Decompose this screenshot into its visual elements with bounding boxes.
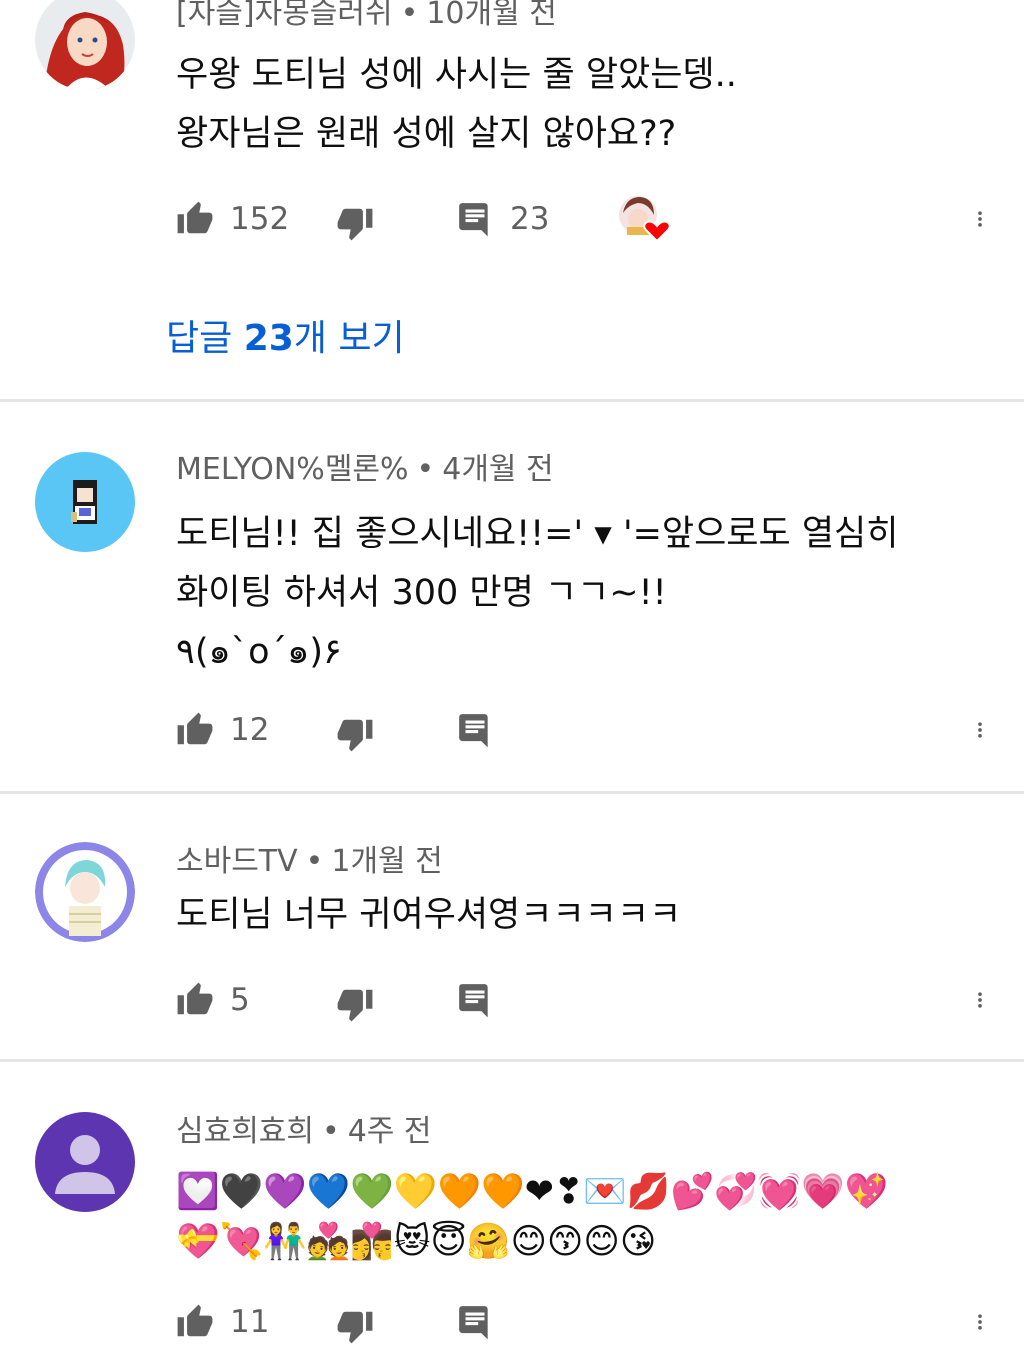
author-name[interactable]: [자슬]자몽슬러쉬: [176, 0, 393, 31]
dislike-button[interactable]: [336, 710, 374, 758]
comment-text: 우왕 도티님 성에 사시는 줄 알았는뎅.. 왕자님은 원래 성에 살지 않아요…: [176, 55, 737, 154]
comment-meta: MELYON%멜론% • 4개월 전: [176, 450, 554, 490]
comment-actions: 5: [176, 976, 996, 1024]
author-name[interactable]: MELYON%멜론%: [176, 452, 409, 487]
comment-text-line-1: 💟🖤💜💙💚💛🧡🧡❤❣💌💋💕💞💓💗💖: [176, 1172, 889, 1212]
reply-icon: [456, 981, 494, 1019]
more-options-button[interactable]: [970, 195, 990, 243]
thumb-down-icon: [336, 1307, 374, 1345]
separator: •: [416, 452, 435, 487]
comment-meta: 심효희효희 • 4주 전: [176, 1112, 432, 1152]
like-button[interactable]: 5: [176, 976, 250, 1024]
more-options-button[interactable]: [970, 976, 990, 1024]
reply-count: 23: [510, 201, 550, 237]
view-replies-prefix: 답글: [166, 318, 244, 359]
like-count: 12: [230, 712, 270, 748]
comment-time: 10개월 전: [426, 0, 557, 31]
comment-4: 심효희효희 • 4주 전 💟🖤💜💙💚💛🧡🧡❤❣💌💋💕💞💓💗💖 💝💘👫💑👩‍❤️‍💋‍…: [0, 1062, 1024, 1361]
comment-text-line-2: 💝💘👫💑👩‍❤️‍💋‍👨😻😇🤗😊😙😊😘: [176, 1222, 657, 1262]
comment-text: 도티님 너무 귀여우셔영ㅋㅋㅋㅋㅋ: [176, 895, 682, 935]
comment-actions: 11: [176, 1298, 996, 1346]
thumb-down-icon: [336, 204, 374, 242]
more-vert-icon: [970, 1303, 990, 1341]
thumb-down-icon: [336, 715, 374, 753]
comment-1: [자슬]자몽슬러쉬 • 10개월 전 우왕 도티님 성에 사시는 줄 알았는뎅.. …: [0, 0, 1024, 400]
like-button[interactable]: 11: [176, 1298, 269, 1346]
comment-actions: 152 23: [176, 195, 996, 243]
reply-button[interactable]: [456, 1298, 494, 1346]
comment-time: 4주 전: [347, 1114, 432, 1149]
separator: •: [322, 1114, 340, 1149]
comment-time: 4개월 전: [442, 452, 554, 487]
reply-icon: [456, 711, 494, 749]
avatar-image: [35, 0, 135, 90]
thumb-up-icon: [176, 981, 214, 1019]
comment-time: 1개월 전: [331, 844, 443, 879]
default-avatar-icon: [35, 1112, 135, 1212]
view-replies-number: 23: [243, 318, 294, 359]
more-vert-icon: [970, 200, 990, 238]
comment-meta: 소바드TV • 1개월 전: [176, 842, 443, 882]
avatar-image: [35, 842, 135, 942]
more-vert-icon: [970, 981, 990, 1019]
like-count: 152: [230, 201, 290, 237]
reply-button[interactable]: [456, 706, 494, 754]
dislike-button[interactable]: [336, 1302, 374, 1350]
like-button[interactable]: 152: [176, 195, 289, 243]
avatar[interactable]: [35, 452, 135, 552]
comment-meta: [자슬]자몽슬러쉬 • 10개월 전: [176, 0, 557, 34]
avatar-image: [35, 452, 135, 552]
reply-icon: [456, 200, 494, 238]
thumb-up-icon: [176, 711, 214, 749]
avatar[interactable]: [35, 1112, 135, 1212]
like-button[interactable]: 12: [176, 706, 269, 754]
view-replies-link[interactable]: 답글 23개 보기: [166, 314, 405, 364]
reply-button[interactable]: 23: [456, 195, 549, 243]
avatar[interactable]: [35, 0, 135, 90]
dislike-button[interactable]: [336, 199, 374, 247]
author-name[interactable]: 심효희효희: [176, 1114, 314, 1149]
creator-heart: [618, 195, 672, 243]
like-count: 11: [230, 1304, 270, 1340]
author-name[interactable]: 소바드TV: [176, 844, 298, 879]
avatar[interactable]: [35, 842, 135, 942]
reply-button[interactable]: [456, 976, 494, 1024]
dislike-button[interactable]: [336, 980, 374, 1028]
more-vert-icon: [970, 711, 990, 749]
like-count: 5: [230, 982, 250, 1018]
creator-heart-icon: [619, 196, 671, 243]
comment-2: MELYON%멜론% • 4개월 전 도티님!! 집 좋으시네요!!=' ▾ '=앞…: [0, 402, 1024, 792]
separator: •: [400, 0, 419, 31]
reply-icon: [456, 1303, 494, 1341]
thumb-up-icon: [176, 1303, 214, 1341]
more-options-button[interactable]: [970, 1298, 990, 1346]
comment-3: 소바드TV • 1개월 전 도티님 너무 귀여우셔영ㅋㅋㅋㅋㅋ 5: [0, 794, 1024, 1060]
comment-text: 도티님!! 집 좋으시네요!!=' ▾ '=앞으로도 열심히 화이팅 하셔서 3…: [176, 514, 899, 672]
separator: •: [305, 844, 324, 879]
view-replies-suffix: 개 보기: [293, 318, 405, 359]
thumb-down-icon: [336, 985, 374, 1023]
thumb-up-icon: [176, 200, 214, 238]
more-options-button[interactable]: [970, 706, 990, 754]
comment-actions: 12: [176, 706, 996, 754]
